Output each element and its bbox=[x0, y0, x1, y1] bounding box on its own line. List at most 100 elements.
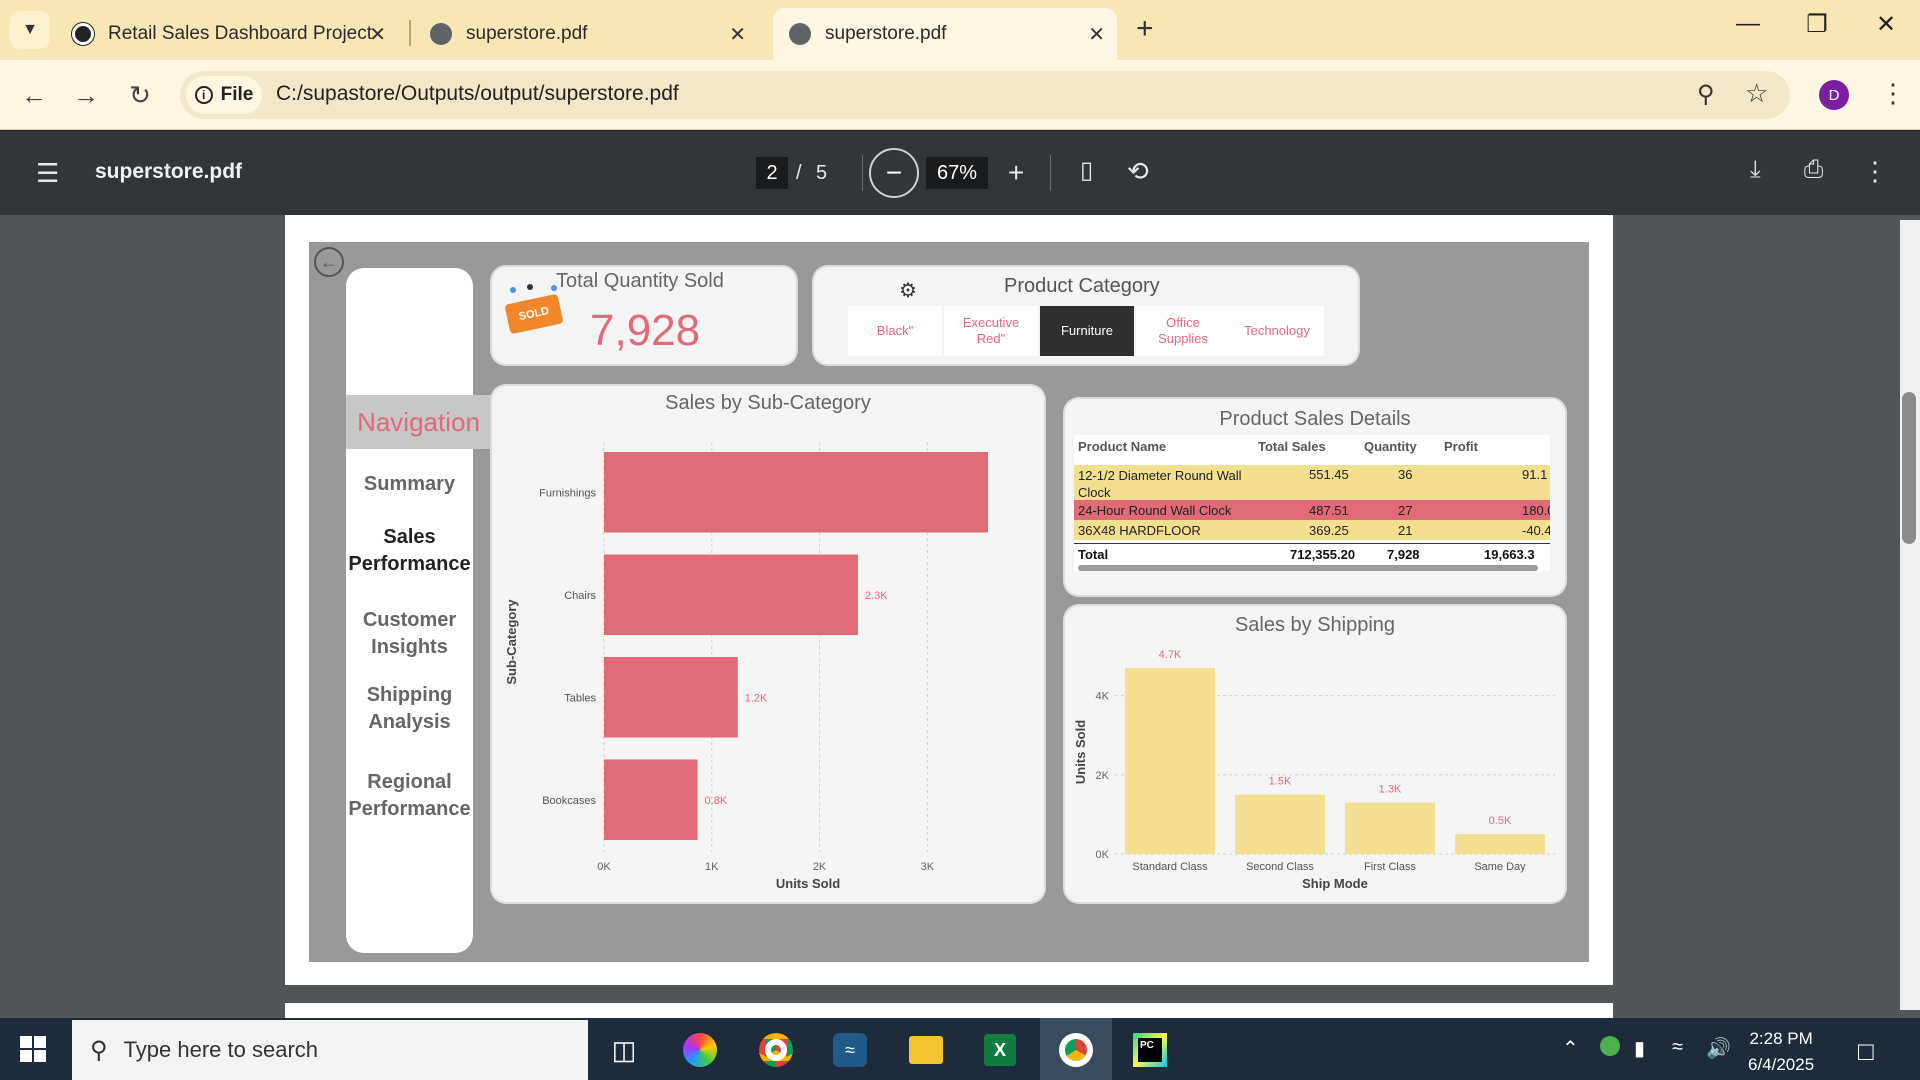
scrollbar-thumb[interactable] bbox=[1902, 392, 1916, 544]
download-icon[interactable]: ⤓ bbox=[1750, 156, 1761, 184]
kebab-menu-icon[interactable]: ⋮ bbox=[1880, 78, 1906, 109]
hamburger-menu-icon[interactable]: ☰ bbox=[36, 158, 59, 189]
col-header-total-sales[interactable]: Total Sales bbox=[1258, 439, 1326, 454]
zoom-out-button[interactable]: − bbox=[869, 148, 919, 198]
table-row[interactable]: 12-1/2 Diameter Round Wall Clock 551.45 3… bbox=[1074, 465, 1550, 500]
close-window-button[interactable]: ✕ bbox=[1866, 10, 1906, 39]
x-tick-label: 3K bbox=[921, 861, 935, 873]
volume-icon[interactable]: 🔊 bbox=[1706, 1036, 1731, 1061]
tab-superstore-pdf-2[interactable]: superstore.pdf ✕ bbox=[773, 8, 1117, 60]
category-option-technology[interactable]: Technology bbox=[1230, 306, 1324, 356]
globe-icon bbox=[789, 23, 811, 45]
subcategory-chart-card: Sales by Sub-Category 0K 1K 2K 3K Furnishings… bbox=[492, 386, 1044, 902]
excel-icon[interactable]: X bbox=[976, 1026, 1024, 1074]
nav-sales-performance[interactable]: Sales Performance bbox=[346, 524, 473, 578]
nav-label: Insights bbox=[371, 636, 448, 658]
new-tab-button[interactable]: + bbox=[1136, 12, 1154, 46]
zoom-in-button[interactable]: + bbox=[1008, 157, 1024, 189]
url-text[interactable]: C:/supastore/Outputs/output/superstore.p… bbox=[276, 82, 679, 106]
taskbar-search-input[interactable]: ⚲ Type here to search bbox=[72, 1020, 588, 1080]
zoom-icon[interactable]: ⚲ bbox=[1697, 80, 1715, 109]
wifi-icon[interactable]: ≈ bbox=[1672, 1036, 1683, 1059]
cell-product-name: 12-1/2 Diameter Round Wall Clock bbox=[1078, 468, 1242, 500]
minimize-button[interactable]: — bbox=[1728, 10, 1768, 38]
close-icon[interactable]: ✕ bbox=[1088, 22, 1105, 47]
category-option-black[interactable]: Black" bbox=[848, 306, 942, 356]
x-tick-label: First Class bbox=[1364, 861, 1416, 873]
back-button[interactable]: ← bbox=[16, 80, 52, 111]
notifications-icon[interactable]: □ bbox=[1858, 1036, 1874, 1067]
pdf-more-icon[interactable]: ⋮ bbox=[1862, 156, 1888, 187]
back-arrow-icon[interactable]: ← bbox=[314, 247, 344, 277]
reload-button[interactable]: ↻ bbox=[122, 80, 158, 111]
category-option-furniture[interactable]: Furniture bbox=[1040, 306, 1134, 356]
mysql-workbench-icon[interactable]: ≈ bbox=[826, 1026, 874, 1074]
table-scrollbar[interactable] bbox=[1078, 565, 1538, 571]
x-tick-label: 0K bbox=[597, 861, 611, 873]
nav-label: Sales bbox=[383, 526, 436, 548]
print-icon[interactable]: ⎙ bbox=[1804, 156, 1823, 184]
y-tick-label: 0K bbox=[1096, 849, 1110, 861]
nav-shipping-analysis[interactable]: Shipping Analysis bbox=[346, 682, 473, 736]
taskbar-clock[interactable]: 2:28 PM 6/4/2025 bbox=[1748, 1026, 1814, 1078]
page-separator: / bbox=[796, 162, 802, 184]
col-header-product-name[interactable]: Product Name bbox=[1078, 439, 1166, 454]
bar bbox=[604, 759, 698, 840]
nav-label: Regional bbox=[367, 771, 452, 793]
tab-search-button[interactable]: ▼ bbox=[10, 11, 50, 49]
zoom-level-input[interactable]: 67% bbox=[926, 157, 988, 189]
category-option-executive-red[interactable]: Executive Red" bbox=[944, 306, 1038, 356]
chrome-icon[interactable] bbox=[752, 1026, 800, 1074]
tab-superstore-pdf-1[interactable]: superstore.pdf ✕ bbox=[414, 8, 758, 60]
arrow-left-icon: ← bbox=[21, 80, 47, 110]
cell-total-sales: 551.45 bbox=[1309, 467, 1349, 482]
avatar[interactable]: D bbox=[1819, 80, 1849, 110]
minimize-icon: — bbox=[1736, 10, 1760, 37]
forward-button[interactable]: → bbox=[68, 80, 104, 111]
option-label: Executive Red" bbox=[962, 315, 1020, 346]
page-number-input[interactable]: 2 bbox=[756, 157, 788, 189]
file-explorer-icon[interactable] bbox=[902, 1026, 950, 1074]
tab-title: superstore.pdf bbox=[825, 23, 947, 44]
col-header-profit[interactable]: Profit bbox=[1444, 439, 1478, 454]
windows-start-icon[interactable] bbox=[20, 1036, 46, 1067]
chrome-profile-icon[interactable] bbox=[1052, 1026, 1100, 1074]
table-row[interactable]: 24-Hour Round Wall Clock 487.51 27 180.0 bbox=[1074, 500, 1550, 520]
x-axis-label: Ship Mode bbox=[1302, 876, 1368, 891]
shipping-bar-chart: Sales by Shipping 0K 2K 4K Standard Class 4.7… bbox=[1073, 614, 1555, 891]
plus-icon: + bbox=[1136, 12, 1154, 45]
nav-customer-insights[interactable]: Customer Insights bbox=[346, 607, 473, 661]
option-label: Furniture bbox=[1060, 323, 1114, 338]
table-header-row: Product Name Total Sales Quantity Profit bbox=[1074, 439, 1550, 459]
star-icon[interactable]: ☆ bbox=[1745, 78, 1768, 109]
tray-app-icon[interactable] bbox=[1600, 1036, 1620, 1056]
pycharm-icon[interactable]: PC bbox=[1126, 1026, 1174, 1074]
total-pages: 5 bbox=[816, 162, 828, 184]
col-header-quantity[interactable]: Quantity bbox=[1364, 439, 1417, 454]
globe-icon bbox=[430, 23, 452, 45]
y-tick-label: Chairs bbox=[564, 590, 596, 602]
close-icon[interactable]: ✕ bbox=[729, 22, 746, 47]
data-label: 4.7K bbox=[1159, 649, 1182, 661]
battery-icon[interactable]: ▮ bbox=[1634, 1036, 1645, 1061]
restore-button[interactable]: ❐ bbox=[1797, 10, 1837, 39]
cell-product-name: 36X48 HARDFLOOR bbox=[1078, 523, 1201, 538]
product-sales-table[interactable]: Product Name Total Sales Quantity Profit… bbox=[1074, 435, 1550, 571]
site-info-chip[interactable]: i File bbox=[186, 76, 262, 114]
table-row[interactable]: 36X48 HARDFLOOR 369.25 21 -40.4 bbox=[1074, 520, 1550, 540]
color-app-icon[interactable] bbox=[676, 1026, 724, 1074]
nav-summary[interactable]: Summary bbox=[346, 471, 473, 498]
task-view-icon[interactable]: ◫ bbox=[600, 1026, 648, 1074]
nav-regional-performance[interactable]: Regional Performance bbox=[346, 769, 473, 823]
scrollbar[interactable] bbox=[1900, 220, 1920, 1010]
close-icon[interactable]: ✕ bbox=[369, 22, 386, 47]
chevron-up-icon[interactable]: ⌃ bbox=[1562, 1036, 1579, 1061]
clock-date: 6/4/2025 bbox=[1748, 1055, 1815, 1074]
fit-page-icon[interactable]: ▯ bbox=[1080, 156, 1093, 185]
category-option-office-supplies[interactable]: Office Supplies bbox=[1136, 306, 1230, 356]
tab-retail-sales-dashboard[interactable]: Retail Sales Dashboard Project ✕ bbox=[56, 8, 398, 60]
data-label: 0.8K bbox=[705, 795, 728, 807]
rotate-icon[interactable]: ⟲ bbox=[1127, 156, 1149, 187]
chip-label: File bbox=[220, 84, 254, 105]
cell-quantity: 27 bbox=[1398, 503, 1413, 518]
